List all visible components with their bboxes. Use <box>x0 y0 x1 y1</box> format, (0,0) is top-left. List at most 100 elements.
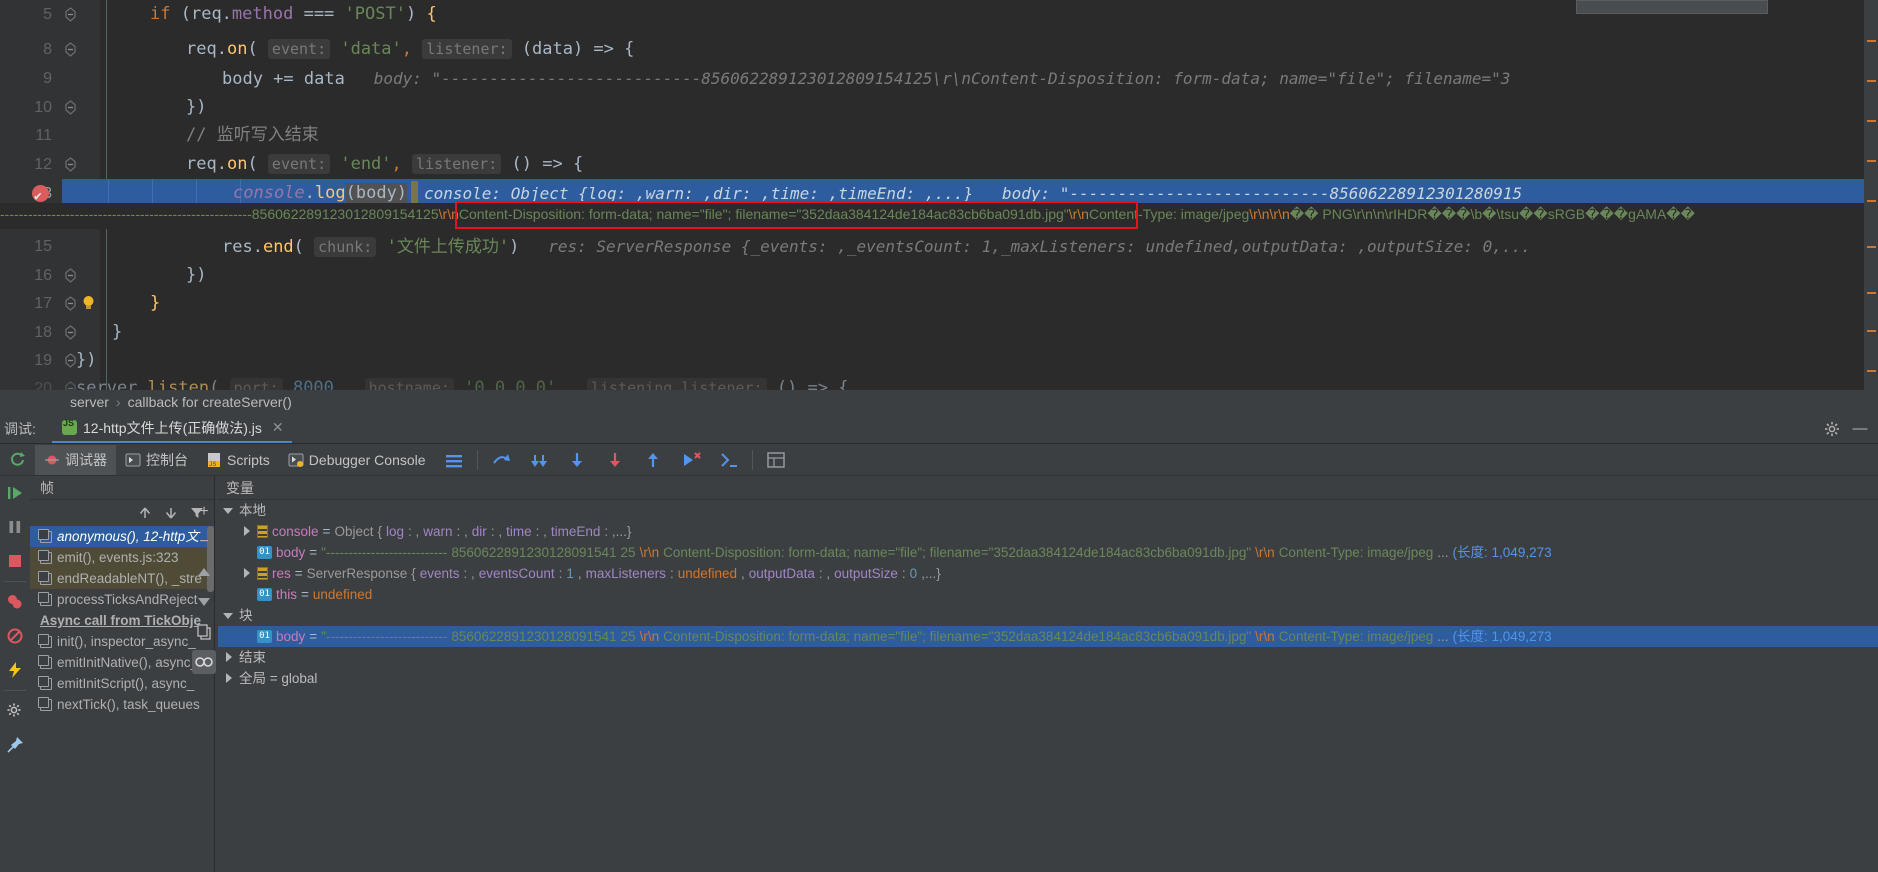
code-fold-icon[interactable] <box>64 268 77 283</box>
variable-row[interactable]: 01 body = "--------------------------- 856… <box>218 626 1878 647</box>
variables-group[interactable]: 本地 <box>218 500 1878 521</box>
breadcrumb[interactable]: server › callback for createServer() <box>0 390 1878 414</box>
debug-session-tab[interactable]: 12-http文件上传(正确做法).js ✕ <box>52 414 292 443</box>
code-line[interactable]: 15 res.end( chunk: '文件上传成功') res: ServerR… <box>0 232 1878 261</box>
code-fold-icon[interactable] <box>64 157 77 172</box>
debug-toolbar[interactable]: 调试器 控制台 JS Scripts Debugger Console <box>0 444 1878 476</box>
code-line[interactable]: 18} <box>0 318 1878 347</box>
move-down-icon[interactable] <box>192 590 216 614</box>
evaluate-expression-icon[interactable] <box>710 445 748 475</box>
code-editor[interactable]: 5 if (req.method === 'POST') {8 req.on( ev… <box>0 0 1878 390</box>
chevron-right-icon[interactable] <box>222 651 235 664</box>
variable-value-fragment: : , <box>818 566 831 581</box>
variables-group[interactable]: 全局 = global <box>218 668 1878 689</box>
code-line[interactable]: 12 req.on( event: 'end', listener: () => … <box>0 150 1878 179</box>
frame-item-5[interactable]: Async call from TickObje <box>30 610 214 631</box>
add-watch-icon[interactable]: + <box>192 500 216 524</box>
frame-item-3[interactable]: endReadableNT(), _stre <box>30 568 214 589</box>
chevron-right-icon[interactable] <box>240 567 253 580</box>
frame-item-1[interactable]: anonymous(), 12-http文 <box>30 526 214 547</box>
step-over-icon[interactable] <box>520 445 558 475</box>
chevron-right-icon[interactable] <box>240 525 253 538</box>
force-step-into-icon[interactable] <box>596 445 634 475</box>
settings-icon[interactable] <box>0 694 30 728</box>
frame-item-9[interactable]: nextTick(), task_queues <box>30 694 214 715</box>
editor-marker-bar[interactable] <box>1864 0 1878 390</box>
variables-panel[interactable]: 变量 本地 console = Object {log: , warn: , dir:… <box>218 476 1878 872</box>
frame-item-7[interactable]: emitInitNative(), async_ <box>30 652 214 673</box>
copy-value-icon[interactable] <box>192 620 216 644</box>
code-line[interactable]: 8 req.on( event: 'data', listener: (data)… <box>0 35 1878 64</box>
step-out-icon[interactable] <box>634 445 672 475</box>
view-breakpoints-icon[interactable] <box>0 585 30 619</box>
rerun-icon[interactable] <box>0 445 35 475</box>
frame-item-4[interactable]: processTicksAndReject <box>30 589 214 610</box>
frame-item-2[interactable]: emit(), events.js:323 <box>30 547 214 568</box>
chevron-down-icon[interactable] <box>222 609 235 622</box>
gear-icon[interactable] <box>1824 421 1840 437</box>
variable-row[interactable]: console = Object {log: , warn: , dir: , tim… <box>218 521 1878 542</box>
variable-type: Object <box>334 524 374 539</box>
debug-side-toolbar[interactable] <box>0 476 30 872</box>
mute-breakpoints-icon[interactable] <box>0 619 30 653</box>
chevron-right-icon[interactable] <box>222 672 235 685</box>
breadcrumb-item-server[interactable]: server <box>70 394 109 410</box>
variable-row[interactable]: 01 this = undefined <box>218 584 1878 605</box>
variables-group[interactable]: 结束 <box>218 647 1878 668</box>
move-down-icon[interactable] <box>164 506 178 520</box>
line-number: 8 <box>43 41 52 58</box>
code-fold-icon[interactable] <box>64 325 77 340</box>
debug-tab-2[interactable]: 控制台 <box>116 445 197 475</box>
step-into-icon[interactable] <box>558 445 596 475</box>
show-execution-point-icon[interactable] <box>482 445 520 475</box>
variable-row[interactable]: res = ServerResponse { events: , eventsC… <box>218 563 1878 584</box>
code-line[interactable]: 17} <box>0 289 1878 318</box>
stop-icon[interactable] <box>0 544 30 578</box>
remove-watch-icon[interactable]: − <box>192 530 216 554</box>
menu-icon[interactable] <box>435 445 473 475</box>
intention-bulb-icon[interactable] <box>81 295 96 311</box>
lightning-icon[interactable] <box>0 653 30 687</box>
frames-toolbar[interactable] <box>30 500 214 526</box>
code-fold-icon[interactable] <box>64 42 77 57</box>
frame-item-6[interactable]: init(), inspector_async_ <box>30 631 214 652</box>
code-fold-icon[interactable] <box>64 7 77 22</box>
top-right-widget[interactable] <box>1576 0 1768 14</box>
minimize-icon[interactable]: — <box>1852 421 1868 437</box>
variables-tree[interactable]: 本地 console = Object {log: , warn: , dir: ,t… <box>218 500 1878 689</box>
pin-tab-icon[interactable] <box>0 728 30 762</box>
chevron-down-icon[interactable] <box>222 504 235 517</box>
variable-value-fragment: \r\n <box>639 545 660 560</box>
debug-tab-4[interactable]: Debugger Console <box>279 445 435 475</box>
variables-toolbar[interactable]: + − <box>190 498 218 872</box>
code-line[interactable]: 11 // 监听写入结束 <box>0 121 1878 150</box>
move-up-icon[interactable] <box>192 560 216 584</box>
code-line[interactable]: 9 body += data body: "-------------------… <box>0 64 1878 93</box>
move-up-icon[interactable] <box>138 506 152 520</box>
variable-row[interactable]: 01 body = "--------------------------- 856… <box>218 542 1878 563</box>
code-fold-icon[interactable] <box>64 296 77 311</box>
resume-program-icon[interactable] <box>0 476 30 510</box>
code-line[interactable]: 16}) <box>0 261 1878 290</box>
debug-tab-1[interactable]: 调试器 <box>35 444 116 475</box>
code-token: listener: <box>422 39 512 59</box>
frame-item-8[interactable]: emitInitScript(), async_ <box>30 673 214 694</box>
frames-panel[interactable]: 帧 anonymous(), 12-http文 emit(), events.js… <box>30 476 215 872</box>
layout-icon[interactable] <box>757 445 795 475</box>
inspect-icon[interactable] <box>192 650 216 674</box>
code-line[interactable]: 10}) <box>0 93 1878 122</box>
frame-item-label: Async call from TickObje <box>40 613 202 628</box>
debug-tool-window[interactable]: 调试: 12-http文件上传(正确做法).js ✕ — <box>0 414 1878 872</box>
frames-list[interactable]: anonymous(), 12-http文 emit(), events.js:3… <box>30 526 214 715</box>
run-to-cursor-icon[interactable] <box>672 445 710 475</box>
breakpoint-verified-icon[interactable] <box>32 182 49 211</box>
pause-program-icon[interactable] <box>0 510 30 544</box>
variables-group[interactable]: 块 <box>218 605 1878 626</box>
variable-equals: = <box>309 629 318 644</box>
code-line[interactable]: 20 server.listen( port: 8000, hostname: '… <box>0 374 1878 390</box>
debug-tab-3[interactable]: JS Scripts <box>197 445 279 475</box>
close-icon[interactable]: ✕ <box>272 419 284 436</box>
breadcrumb-item-callback[interactable]: callback for createServer() <box>128 394 292 410</box>
code-line[interactable]: 19}) <box>0 346 1878 375</box>
code-fold-icon[interactable] <box>64 100 77 115</box>
